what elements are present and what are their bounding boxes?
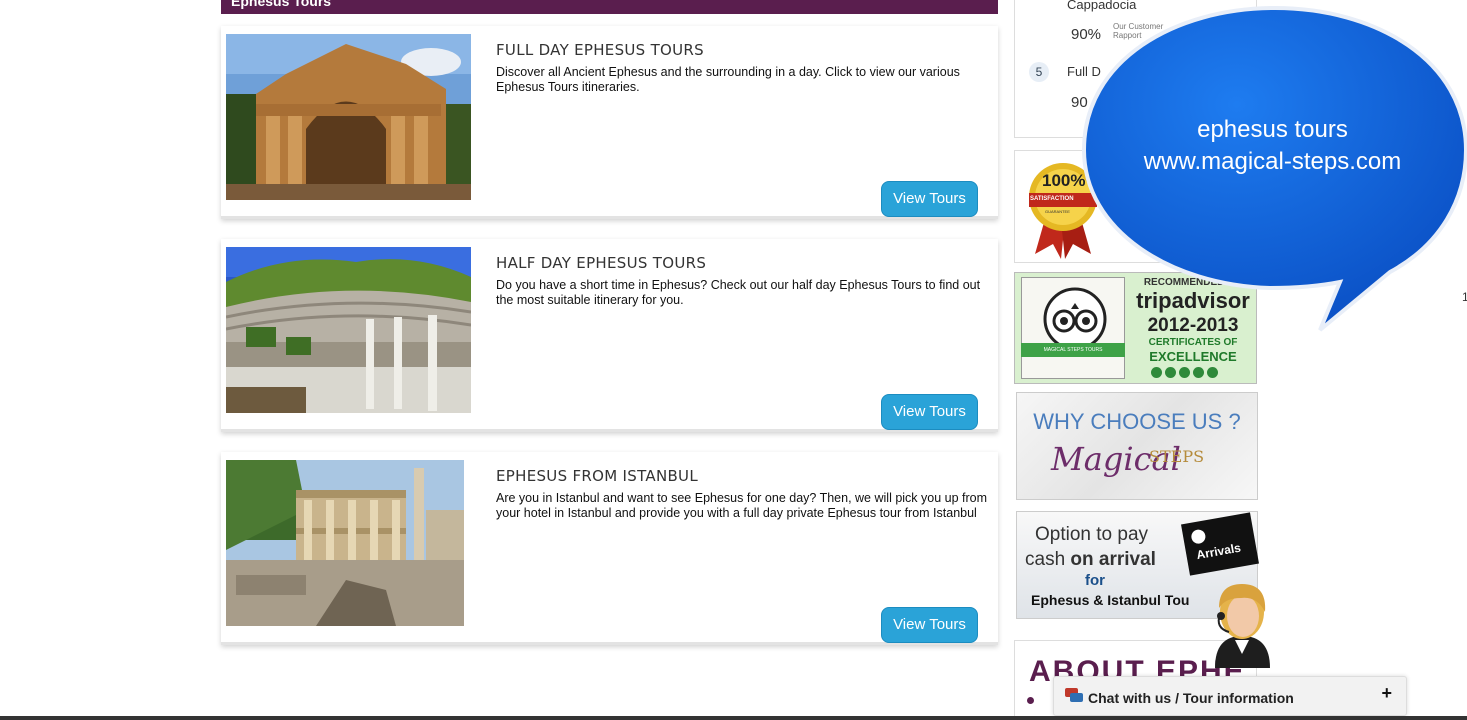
section-header-bar: Ephesus Tours	[221, 0, 998, 14]
bottom-border	[0, 716, 1467, 720]
tour-image-theatre[interactable]	[226, 247, 471, 413]
bubble-line-2: www.magical-steps.com	[1143, 148, 1402, 175]
cash-line-2-plain: cash	[1025, 549, 1071, 570]
tour-image-celsus-library[interactable]	[226, 460, 464, 626]
bullet-icon	[1027, 697, 1034, 704]
live-chat-bar[interactable]: Chat with us / Tour information +	[1053, 676, 1407, 716]
tour-title: HALF DAY EPHESUS TOURS	[496, 254, 707, 272]
tour-title: FULL DAY EPHESUS TOURS	[496, 41, 704, 59]
arrivals-label: Arrivals	[1195, 540, 1242, 563]
tour-description: Discover all Ancient Ephesus and the sur…	[496, 65, 960, 94]
chat-bubble-icon	[1065, 688, 1083, 702]
tripadvisor-certificate-line: CERTIFICATES OF	[1148, 337, 1238, 348]
satisfaction-sub: GUARANTEE	[1045, 209, 1070, 214]
tour-card-half-day: HALF DAY EPHESUS TOURS Do you have a sho…	[221, 239, 998, 432]
support-agent-avatar[interactable]	[1195, 578, 1290, 668]
rating-item-title[interactable]: Full D	[1067, 64, 1101, 79]
tripadvisor-recommended: RECOMMENDED ON	[1143, 277, 1243, 288]
rating-caption: Our Customer	[1113, 22, 1164, 31]
tripadvisor-brand: tripadvisor	[1136, 288, 1250, 313]
satisfaction-value: 100%	[1042, 171, 1086, 190]
cash-line-4: Ephesus & Istanbul Tou	[1031, 592, 1190, 608]
rating-percentage: 90%	[1071, 26, 1102, 43]
cash-line-1: Option to pay	[1035, 524, 1149, 545]
tripadvisor-years: 2012-2013	[1147, 315, 1239, 336]
chat-expand-button[interactable]: +	[1381, 683, 1392, 704]
arrivals-sign: Arrivals	[1181, 512, 1259, 576]
cash-line-2-bold: on arrival	[1070, 549, 1156, 570]
why-choose-us-title: WHY CHOOSE US ?	[1033, 409, 1241, 434]
tour-description: Do you have a short time in Ephesus? Che…	[496, 278, 981, 307]
satisfaction-label: SATISFACTION	[1030, 196, 1074, 202]
tour-card-from-istanbul: EPHESUS FROM ISTANBUL Are you in Istanbu…	[221, 452, 998, 645]
tour-description: Are you in Istanbul and want to see Ephe…	[496, 491, 988, 520]
view-tours-button[interactable]: View Tours	[881, 607, 978, 643]
speech-bubble-text: ephesus tours www.magical-steps.com	[1090, 114, 1455, 178]
why-choose-us-banner[interactable]: WHY CHOOSE US ? Magical STEPS	[1016, 392, 1258, 500]
edge-mark: 1	[1462, 290, 1467, 304]
section-title: Ephesus Tours	[231, 0, 332, 9]
cash-line-3: for	[1085, 572, 1105, 589]
view-tours-button[interactable]: View Tours	[881, 394, 978, 430]
rating-caption: Rapport	[1113, 31, 1142, 40]
bubble-line-1: ephesus tours	[1197, 116, 1348, 143]
tour-image-hadrian-temple[interactable]	[226, 34, 471, 200]
rank-number-badge: 5	[1029, 62, 1049, 82]
tripadvisor-certificate-banner[interactable]: MAGICAL STEPS TOURS RECOMMENDED ON tripa…	[1014, 272, 1257, 384]
rating-item-title[interactable]: Cappadocia	[1067, 0, 1136, 12]
cash-line-2: cash on arrival	[1025, 549, 1156, 571]
tour-card-full-day: FULL DAY EPHESUS TOURS Discover all Anci…	[221, 26, 998, 219]
tripadvisor-owl-icon	[1043, 287, 1107, 351]
rating-percentage: 90	[1071, 94, 1088, 111]
tour-title: EPHESUS FROM ISTANBUL	[496, 467, 698, 485]
view-tours-button[interactable]: View Tours	[881, 181, 978, 217]
certificate-ribbon: MAGICAL STEPS TOURS	[1021, 343, 1125, 357]
chat-label[interactable]: Chat with us / Tour information	[1088, 690, 1294, 706]
arrivals-icon	[1190, 528, 1207, 545]
tripadvisor-excellence-line: EXCELLENCE	[1149, 349, 1237, 364]
tripadvisor-rating-dots	[1151, 365, 1218, 383]
magical-steps-logo-steps: STEPS	[1149, 447, 1205, 466]
